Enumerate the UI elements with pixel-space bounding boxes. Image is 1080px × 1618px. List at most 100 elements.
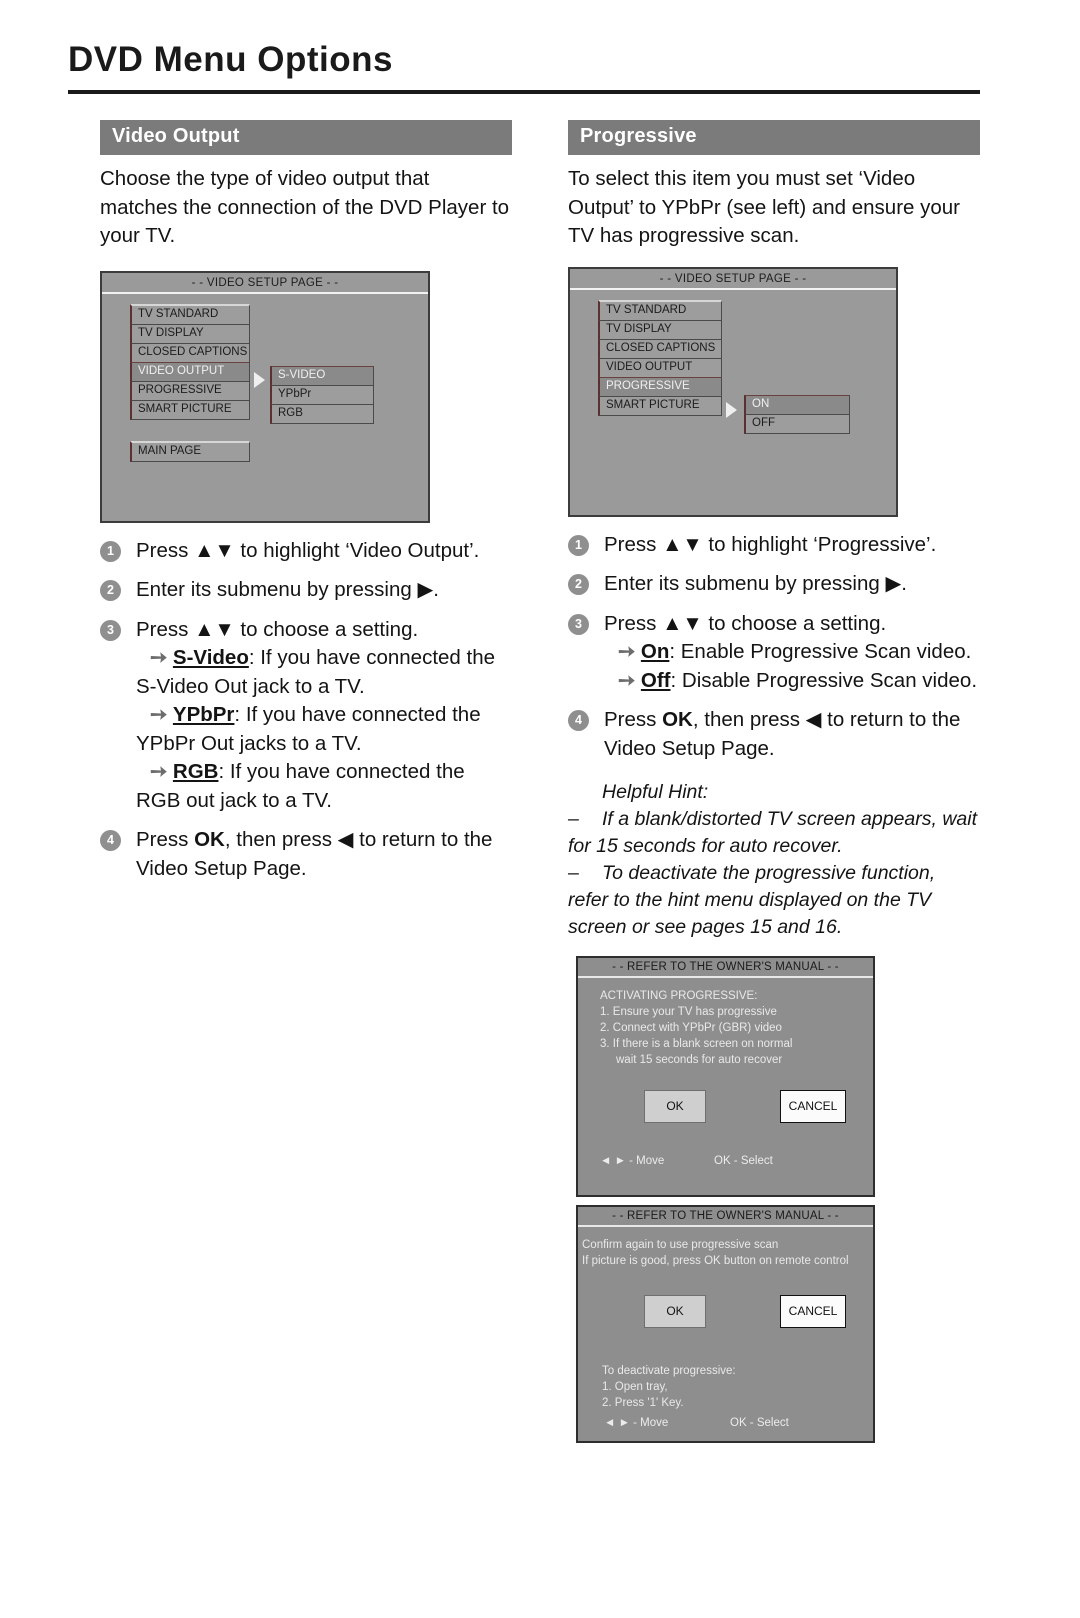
- osd-menu-right: TV STANDARD TV DISPLAY CLOSED CAPTIONS V…: [598, 299, 722, 416]
- arrow-bullet-icon: ➙: [150, 760, 168, 783]
- osd-menu-item-tv-standard[interactable]: TV STANDARD: [130, 303, 250, 325]
- step-text-b: .: [433, 578, 439, 601]
- ok-key-label: OK: [194, 828, 225, 851]
- helpful-hint-text: If a blank/distorted TV screen appears, …: [568, 808, 978, 857]
- helpful-hint-item: – To deactivate the progressive function,…: [568, 860, 980, 941]
- right-arrow-icon: ▶: [417, 578, 434, 601]
- dialog1-cancel-button[interactable]: CANCEL: [780, 1090, 846, 1123]
- dialog1-line: 1. Ensure your TV has progressive: [600, 1006, 777, 1018]
- title-divider: [68, 90, 980, 94]
- osd-menu-item-progressive[interactable]: PROGRESSIVE: [598, 376, 722, 397]
- left-arrow-icon: ◀: [337, 828, 354, 851]
- steps-video-output: 1 Press ▲▼ to highlight ‘Video Output’. …: [100, 537, 512, 884]
- step-text-a: Press: [604, 532, 663, 556]
- helpful-hint-item: – If a blank/distorted TV screen appears,…: [568, 806, 980, 860]
- arrow-bullet-icon: ➙: [150, 646, 168, 669]
- osd-submenu-left: S-VIDEO YPbPr RGB: [270, 365, 374, 424]
- step-item: 2 Enter its submenu by pressing ▶.: [568, 570, 980, 599]
- step-item: 4 Press OK, then press ◀ to return to th…: [568, 706, 980, 763]
- bullet-keyword: RGB: [172, 760, 219, 783]
- step-text-a: Press: [604, 708, 663, 731]
- updown-arrows-icon: ▲▼: [662, 532, 703, 556]
- arrow-bullet-icon: ➙: [150, 703, 168, 726]
- column-progressive: Progressive To select this item you must…: [568, 120, 980, 941]
- helpful-hint-label: Helpful Hint:: [602, 781, 709, 803]
- step-number-badge: 3: [100, 619, 121, 641]
- dialog2-body: Confirm again to use progressive scan If…: [578, 1227, 873, 1411]
- osd-menu-item-closed-captions[interactable]: CLOSED CAPTIONS: [130, 342, 250, 363]
- dialog1-move-hint: ◄ ► - Move: [600, 1155, 665, 1167]
- dialog2-deact-line: To deactivate progressive:: [602, 1365, 736, 1377]
- dialog2-cancel-button[interactable]: CANCEL: [780, 1295, 846, 1328]
- tv-dialog-confirm-progressive: - - REFER TO THE OWNER'S MANUAL - - Conf…: [576, 1205, 875, 1443]
- osd-menu-item-closed-captions[interactable]: CLOSED CAPTIONS: [598, 338, 722, 359]
- dialog1-ok-button[interactable]: OK: [644, 1090, 706, 1123]
- osd-body-right: TV STANDARD TV DISPLAY CLOSED CAPTIONS V…: [570, 290, 896, 434]
- bullet-item: ➙ Off: Disable Progressive Scan video.: [604, 667, 980, 696]
- step-number-badge: 4: [100, 830, 121, 851]
- step-text-a: Enter its submenu by pressing: [604, 572, 886, 595]
- section-heading-progressive: Progressive: [568, 120, 980, 155]
- step-number-badge: 2: [568, 574, 589, 595]
- dialog1-select-hint: OK - Select: [714, 1155, 773, 1167]
- step-item: 2 Enter its submenu by pressing ▶.: [100, 576, 512, 605]
- arrow-bullet-icon: ➙: [618, 668, 636, 692]
- osd-menu-item-video-output[interactable]: VIDEO OUTPUT: [598, 357, 722, 378]
- osd-menu-item-smart-picture[interactable]: SMART PICTURE: [598, 395, 722, 416]
- step-text-b: , then press: [692, 708, 806, 731]
- step-text-a: Press: [136, 828, 195, 851]
- step-text-b: to highlight ‘Progressive’.: [702, 532, 937, 556]
- step-text-b: to choose a setting.: [234, 617, 419, 641]
- step-text-b: to choose a setting.: [702, 611, 887, 635]
- dialog2-line: If picture is good, press OK button on r…: [582, 1255, 849, 1267]
- dialog1-line: 3. If there is a blank screen on normal: [600, 1038, 793, 1050]
- bullet-keyword: S-Video: [172, 646, 249, 669]
- bullet-keyword: YPbPr: [172, 703, 235, 726]
- tv-dialog-activating-progressive: - - REFER TO THE OWNER'S MANUAL - - ACTI…: [576, 956, 875, 1197]
- helpful-hint-block: Helpful Hint: – If a blank/distorted TV s…: [568, 779, 980, 941]
- osd-submenu-item-s-video[interactable]: S-VIDEO: [270, 365, 374, 386]
- arrow-bullet-icon: ➙: [618, 640, 636, 663]
- chevron-right-icon-right: [726, 401, 737, 418]
- bullet-item: ➙ S-Video: If you have connected the S-V…: [136, 644, 512, 701]
- osd-menu-item-video-output[interactable]: VIDEO OUTPUT: [130, 361, 250, 382]
- bullet-text: : Disable Progressive Scan video.: [670, 668, 978, 692]
- updown-arrows-icon: ▲▼: [662, 611, 703, 635]
- osd-menu-item-tv-display[interactable]: TV DISPLAY: [598, 319, 722, 340]
- ok-key-label: OK: [662, 708, 693, 731]
- step-text-a: Enter its submenu by pressing: [136, 578, 418, 601]
- osd-menu-item-tv-standard[interactable]: TV STANDARD: [598, 299, 722, 321]
- dialog2-title: - - REFER TO THE OWNER'S MANUAL - -: [578, 1207, 873, 1227]
- osd-submenu-right: ON OFF: [744, 394, 850, 434]
- step-text-b: to highlight ‘Video Output’.: [234, 538, 480, 562]
- dialog1-line: ACTIVATING PROGRESSIVE:: [600, 990, 758, 1002]
- dialog2-ok-button[interactable]: OK: [644, 1295, 706, 1328]
- right-arrow-icon: ▶: [885, 572, 902, 595]
- osd-menu-item-progressive[interactable]: PROGRESSIVE: [130, 380, 250, 401]
- step-text-b: , then press: [224, 828, 338, 851]
- step-item: 1 Press ▲▼ to highlight ‘Progressive’.: [568, 531, 980, 560]
- osd-submenu-item-ypbpr[interactable]: YPbPr: [270, 384, 374, 405]
- step-item: 3 Press ▲▼ to choose a setting. ➙ S-Vide…: [100, 616, 512, 816]
- intro-text-video-output: Choose the type of video output that mat…: [100, 167, 510, 247]
- dialog1-body: ACTIVATING PROGRESSIVE: 1. Ensure your T…: [578, 978, 873, 1136]
- dialog1-line-indent: wait 15 seconds for auto recover: [616, 1054, 783, 1066]
- osd-menu-item-tv-display[interactable]: TV DISPLAY: [130, 323, 250, 344]
- intro-text-progressive: To select this item you must set ‘Video …: [568, 167, 960, 247]
- steps-progressive: 1 Press ▲▼ to highlight ‘Progressive’. 2…: [568, 531, 980, 764]
- dialog2-deactivate-block: To deactivate progressive: 1. Open tray,…: [582, 1363, 873, 1411]
- dialog1-title: - - REFER TO THE OWNER'S MANUAL - -: [578, 958, 873, 978]
- chevron-right-icon-left: [254, 371, 265, 388]
- osd-submenu-item-rgb[interactable]: RGB: [270, 403, 374, 424]
- dialog1-line: 2. Connect with YPbPr (GBR) video: [600, 1022, 782, 1034]
- left-arrow-icon: ◀: [805, 708, 822, 731]
- osd-submenu-item-off[interactable]: OFF: [744, 413, 850, 434]
- osd-menu-item-main-page[interactable]: MAIN PAGE: [130, 440, 250, 462]
- document-page: DVD Menu Options Video Output Choose the…: [0, 0, 1080, 1618]
- step-text-a: Press: [136, 617, 195, 641]
- osd-menu-item-smart-picture[interactable]: SMART PICTURE: [130, 399, 250, 420]
- osd-submenu-item-on[interactable]: ON: [744, 394, 850, 415]
- dialog2-select-hint: OK - Select: [730, 1417, 789, 1429]
- osd-title-right: - - VIDEO SETUP PAGE - -: [570, 269, 896, 290]
- section-heading-video-output: Video Output: [100, 120, 512, 155]
